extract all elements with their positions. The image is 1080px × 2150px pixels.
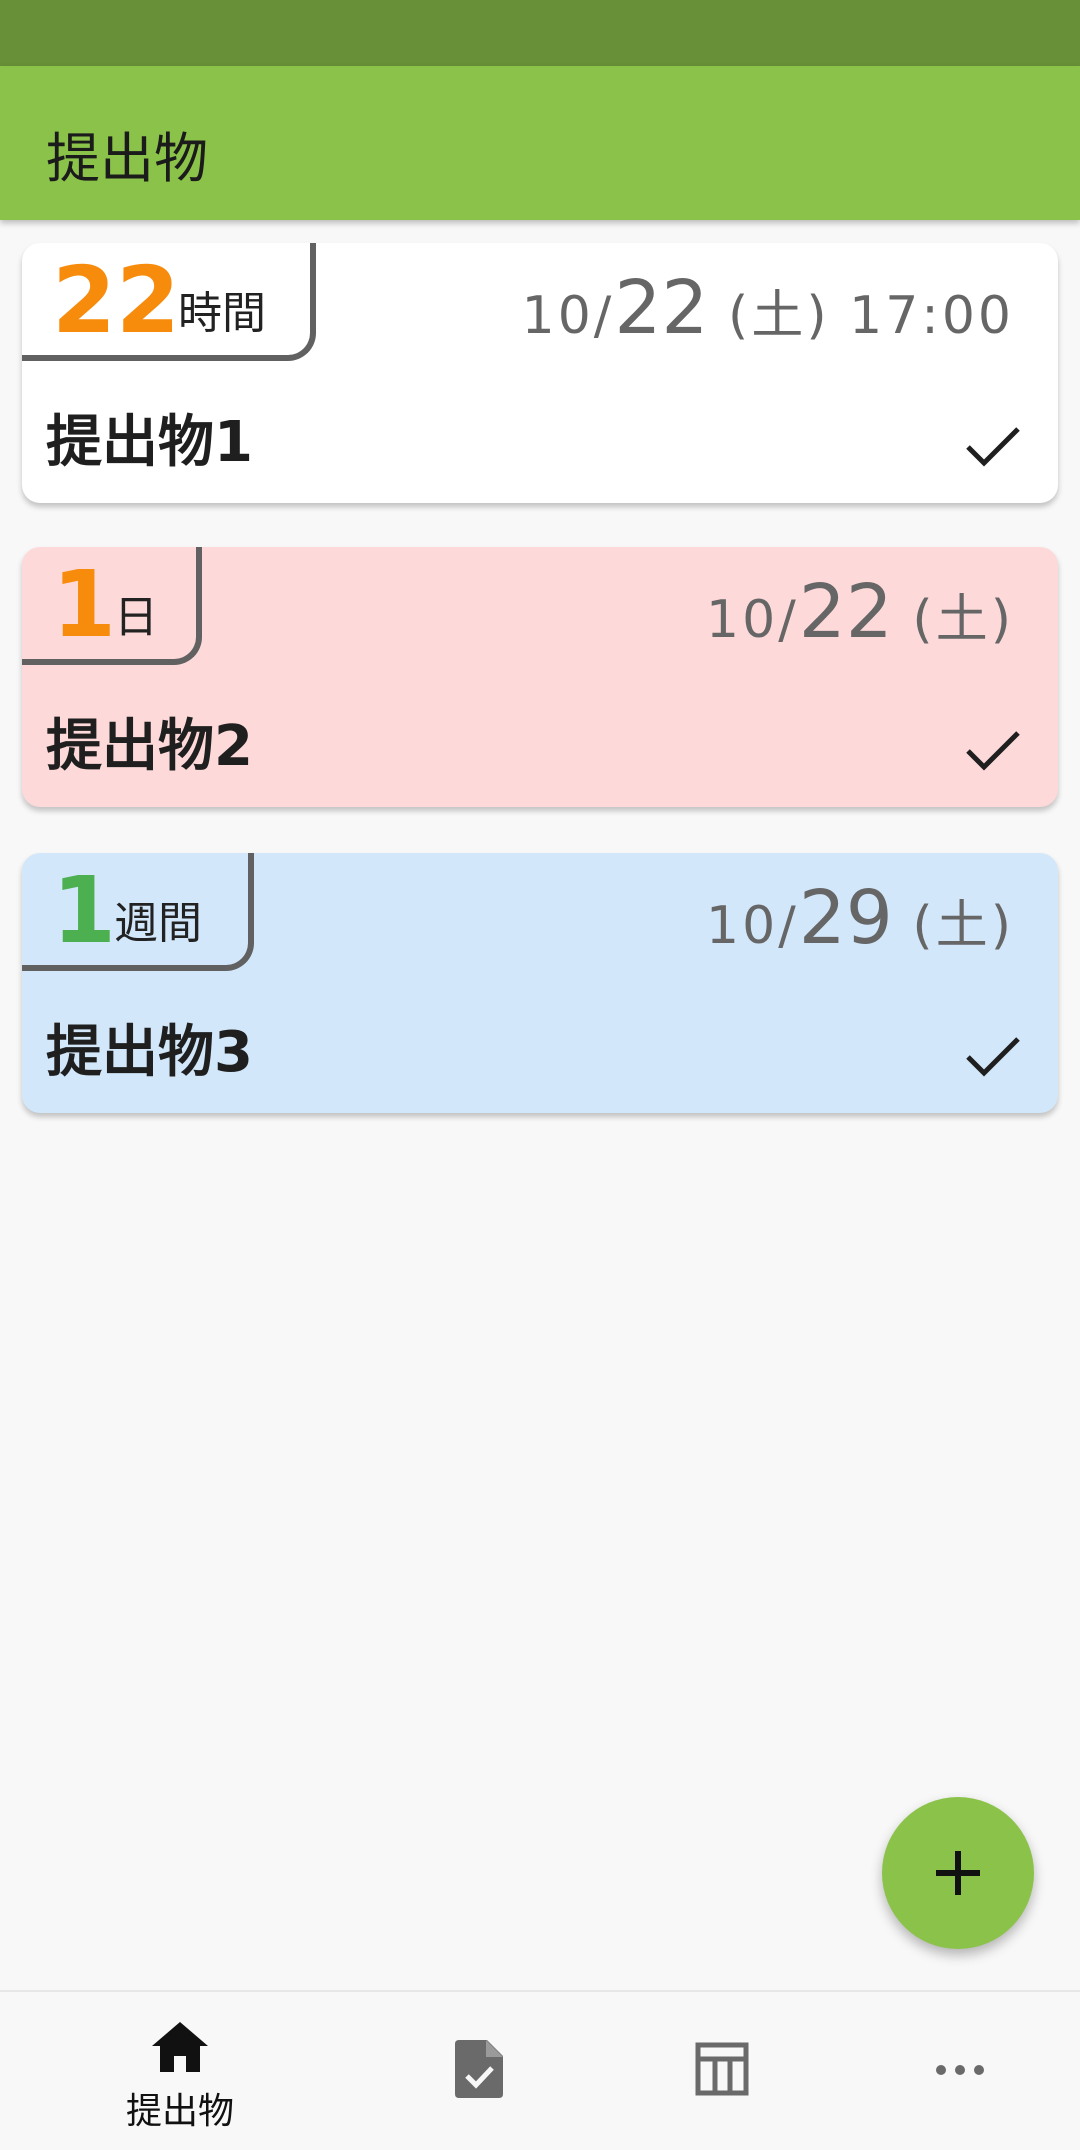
due-day: 22	[798, 569, 893, 655]
nav-label-assignments: 提出物	[125, 2091, 234, 2132]
due-month: 10/	[521, 286, 615, 346]
complete-check-button[interactable]	[958, 1021, 1028, 1091]
due-date: 10/22 (土)	[706, 569, 1014, 655]
assignment-card[interactable]: 1 週間 10/29 (土) 提出物3	[22, 853, 1058, 1113]
due-date: 10/22 (土) 17:00	[522, 265, 1014, 351]
status-bar	[0, 0, 1080, 66]
due-month: 10/	[706, 590, 799, 650]
complete-check-button[interactable]	[958, 411, 1028, 481]
due-time: 17:00	[849, 286, 1014, 346]
due-weekday: (土)	[892, 896, 1014, 956]
remaining-unit: 週間	[114, 898, 202, 949]
remaining-value: 1	[52, 551, 117, 658]
remaining-time-tab: 1 日	[22, 547, 202, 665]
remaining-unit: 日	[114, 592, 158, 643]
assignment-card[interactable]: 1 日 10/22 (土) 提出物2	[22, 547, 1058, 807]
add-assignment-button[interactable]	[882, 1797, 1034, 1949]
nav-item-tasks[interactable]	[345, 1992, 615, 2150]
assignment-name: 提出物2	[46, 714, 253, 779]
remaining-time-tab: 22 時間	[22, 243, 316, 361]
home-icon	[152, 2022, 208, 2072]
check-icon	[966, 731, 1020, 771]
due-date: 10/29 (土)	[706, 875, 1014, 961]
more-icon	[936, 2065, 984, 2075]
app-bar: 提出物	[0, 66, 1080, 220]
nav-item-more[interactable]	[825, 1992, 1080, 2150]
remaining-unit: 時間	[178, 288, 266, 339]
due-day: 29	[798, 875, 893, 961]
page-title: 提出物	[46, 127, 208, 190]
remaining-time-tab: 1 週間	[22, 853, 254, 971]
check-icon	[966, 1037, 1020, 1077]
assignment-name: 提出物3	[46, 1020, 253, 1085]
complete-check-button[interactable]	[958, 715, 1028, 785]
nav-item-timetable[interactable]	[587, 1992, 857, 2150]
assignment-name: 提出物1	[46, 410, 253, 475]
remaining-value: 1	[52, 857, 117, 964]
due-day: 22	[614, 265, 709, 351]
assignment-card[interactable]: 22 時間 10/22 (土) 17:00 提出物1	[22, 243, 1058, 503]
task-file-icon	[455, 2040, 503, 2098]
remaining-value: 22	[52, 247, 181, 354]
plus-icon	[936, 1851, 980, 1895]
bottom-navigation: 提出物	[0, 1990, 1080, 2150]
nav-item-assignments[interactable]: 提出物	[45, 1992, 315, 2150]
due-month: 10/	[706, 896, 799, 956]
timetable-icon	[695, 2042, 749, 2096]
due-weekday: (土)	[708, 286, 850, 346]
due-weekday: (土)	[892, 590, 1014, 650]
check-icon	[966, 427, 1020, 467]
